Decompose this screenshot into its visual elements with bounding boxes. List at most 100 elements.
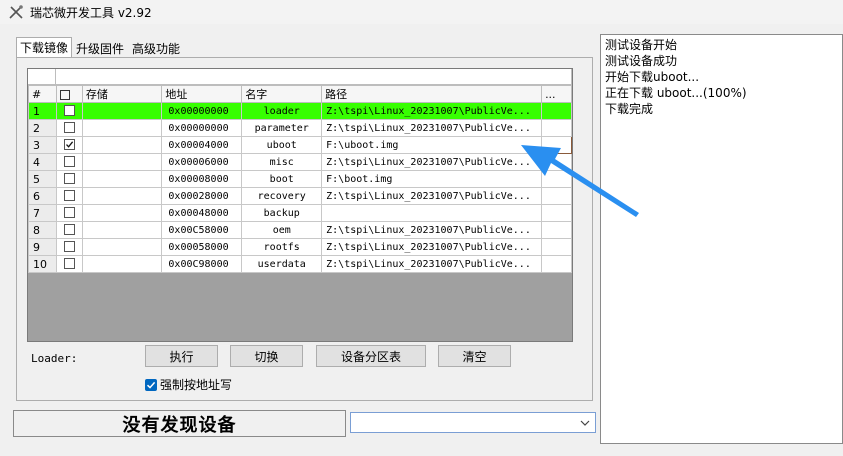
force-address-checkbox[interactable] [145, 378, 157, 391]
row-address: 0x00058000 [161, 238, 243, 256]
row-address: 0x00C58000 [161, 221, 243, 239]
row-number: 1 [28, 102, 57, 120]
device-status: 没有发现设备 [13, 410, 346, 437]
row-path[interactable]: Z:\tspi\Linux_20231007\PublicVe... [321, 255, 543, 273]
row-path[interactable]: Z:\tspi\Linux_20231007\PublicVe... [321, 187, 543, 205]
row-dots[interactable] [541, 187, 572, 205]
row-checkbox[interactable] [63, 207, 75, 219]
row-storage [81, 255, 163, 273]
table-row[interactable]: 10 0x00C98000 userdata Z:\tspi\Linux_202310… [28, 255, 572, 273]
image-table: # 存储 地址 名字 路径 ... 1 0x00000000 loader Z:\ts… [28, 85, 572, 273]
row-checkbox-cell[interactable] [55, 204, 83, 222]
table-row[interactable]: 5 0x00008000 boot F:\boot.img [28, 170, 572, 188]
row-number: 6 [28, 187, 57, 205]
row-checkbox-cell[interactable] [55, 119, 83, 137]
row-checkbox-cell[interactable] [55, 153, 83, 171]
row-path[interactable]: Z:\tspi\Linux_20231007\PublicVe... [321, 153, 543, 171]
row-path[interactable]: Z:\tspi\Linux_20231007\PublicVe... [321, 221, 543, 239]
row-checkbox-cell[interactable] [55, 187, 83, 205]
row-dots[interactable] [541, 153, 572, 171]
table-row[interactable]: 2 0x00000000 parameter Z:\tspi\Linux_202310… [28, 119, 572, 137]
row-storage [81, 119, 163, 137]
row-name: loader [241, 102, 323, 120]
run-button[interactable]: 执行 [145, 345, 218, 367]
force-address-label: 强制按地址写 [160, 378, 233, 392]
table-row[interactable]: 4 0x00006000 misc Z:\tspi\Linux_20231007\Pu… [28, 153, 572, 171]
device-select[interactable] [350, 412, 596, 433]
row-dots[interactable] [541, 255, 572, 273]
row-checkbox[interactable] [63, 173, 75, 185]
row-checkbox-cell[interactable] [55, 136, 83, 154]
row-number: 9 [28, 238, 57, 256]
col-header-num: # [28, 85, 57, 103]
col-header-address: 地址 [161, 85, 243, 103]
row-address: 0x00000000 [161, 119, 243, 137]
row-checkbox[interactable] [63, 156, 75, 168]
row-checkbox[interactable] [63, 258, 75, 270]
row-checkbox[interactable] [63, 241, 75, 253]
row-checkbox-cell[interactable] [55, 170, 83, 188]
log-panel[interactable]: 测试设备开始 测试设备成功 开始下载uboot... 正在下载 uboot...(10… [600, 34, 843, 444]
row-number: 7 [28, 204, 57, 222]
row-name: backup [241, 204, 323, 222]
row-path[interactable]: Z:\tspi\Linux_20231007\PublicVe... [321, 119, 543, 137]
row-dots[interactable] [541, 221, 572, 239]
row-number: 8 [28, 221, 57, 239]
log-line: 测试设备开始 [605, 38, 678, 52]
row-checkbox-cell[interactable] [55, 221, 83, 239]
select-all-checkbox[interactable] [59, 89, 70, 100]
row-name: parameter [241, 119, 323, 137]
row-name: misc [241, 153, 323, 171]
row-checkbox-cell[interactable] [55, 238, 83, 256]
row-storage [81, 238, 163, 256]
table-row[interactable]: 6 0x00028000 recovery Z:\tspi\Linux_2023100… [28, 187, 572, 205]
row-checkbox[interactable] [63, 139, 75, 151]
row-name: boot [241, 170, 323, 188]
row-path[interactable] [321, 204, 543, 222]
title-bar: 瑞芯微开发工具 v2.92 [0, 0, 843, 24]
row-address: 0x00004000 [161, 136, 243, 154]
row-checkbox-cell[interactable] [55, 255, 83, 273]
row-path[interactable]: F:\boot.img [321, 170, 543, 188]
row-storage [81, 153, 163, 171]
table-row[interactable]: 3 0x00004000 uboot F:\uboot.img [28, 136, 572, 154]
row-checkbox-cell[interactable] [55, 102, 83, 120]
table-row[interactable]: 9 0x00058000 rootfs Z:\tspi\Linux_20231007\… [28, 238, 572, 256]
col-header-storage: 存储 [81, 85, 163, 103]
row-storage [81, 102, 163, 120]
row-path[interactable]: Z:\tspi\Linux_20231007\PublicVe... [321, 238, 543, 256]
clear-button[interactable]: 清空 [438, 345, 511, 367]
row-name: userdata [241, 255, 323, 273]
row-checkbox[interactable] [63, 190, 75, 202]
row-checkbox[interactable] [63, 224, 75, 236]
chevron-down-icon[interactable] [578, 415, 592, 430]
col-header-check[interactable] [55, 85, 83, 103]
row-path[interactable]: F:\uboot.img [321, 136, 543, 154]
app-logo-icon [8, 4, 24, 20]
row-address: 0x00C98000 [161, 255, 243, 273]
row-storage [81, 187, 163, 205]
row-name: uboot [241, 136, 323, 154]
row-address: 0x00008000 [161, 170, 243, 188]
row-dots[interactable] [541, 170, 572, 188]
row-dots[interactable] [541, 238, 572, 256]
row-address: 0x00006000 [161, 153, 243, 171]
row-name: recovery [241, 187, 323, 205]
row-dots[interactable] [541, 204, 572, 222]
row-dots[interactable] [541, 102, 572, 120]
force-address-write-option[interactable]: 强制按地址写 [145, 376, 232, 393]
table-row[interactable]: 1 0x00000000 loader Z:\tspi\Linux_20231007\… [28, 102, 572, 120]
row-checkbox[interactable] [63, 122, 75, 134]
row-number: 10 [28, 255, 57, 273]
image-table-container: # 存储 地址 名字 路径 ... 1 0x00000000 loader Z:\ts… [27, 68, 573, 342]
col-header-path: 路径 [321, 85, 543, 103]
partition-table-button[interactable]: 设备分区表 [316, 345, 426, 367]
table-row[interactable]: 7 0x00048000 backup [28, 204, 572, 222]
row-dots[interactable] [541, 136, 572, 154]
row-dots[interactable] [541, 119, 572, 137]
row-checkbox[interactable] [63, 105, 75, 117]
row-number: 5 [28, 170, 57, 188]
table-row[interactable]: 8 0x00C58000 oem Z:\tspi\Linux_20231007\Pub… [28, 221, 572, 239]
switch-button[interactable]: 切换 [230, 345, 303, 367]
row-path[interactable]: Z:\tspi\Linux_20231007\PublicVe... [321, 102, 543, 120]
